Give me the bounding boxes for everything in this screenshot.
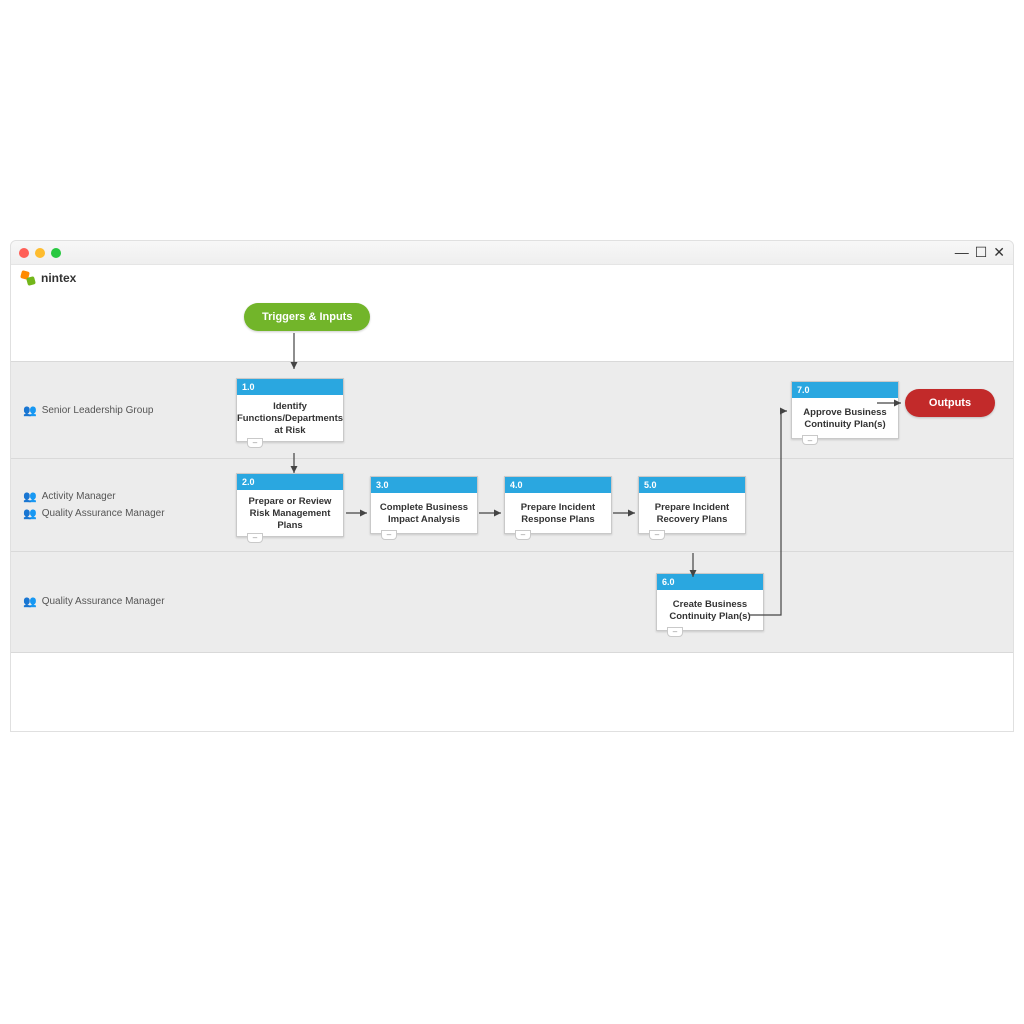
lane-label: 👥 Quality Assurance Manager [11,552,226,652]
step-3[interactable]: 3.0 Complete Business Impact Analysis – [370,476,478,534]
step-1[interactable]: 1.0 Identify Functions/Departments at Ri… [236,378,344,442]
lane-body: 6.0 Create Business Continuity Plan(s) – [226,552,1013,652]
step-tab[interactable]: – [515,530,531,540]
minimize-dot[interactable] [35,248,45,258]
role-text: Activity Manager [42,491,116,502]
lane-label: 👥 Activity Manager 👥 Quality Assurance M… [11,459,226,551]
people-icon: 👥 [23,490,37,503]
lane-body: 1.0 Identify Functions/Departments at Ri… [226,362,1013,458]
step-title: Identify Functions/Departments at Risk [237,395,343,441]
lane-senior-leadership: 👥 Senior Leadership Group 1.0 Identify F… [11,361,1013,458]
swimlanes: 👥 Senior Leadership Group 1.0 Identify F… [11,361,1013,653]
titlebar: — ☐ ✕ [11,241,1013,265]
lane-role: 👥 Senior Leadership Group [23,404,214,417]
step-title: Complete Business Impact Analysis [371,493,477,533]
step-tab[interactable]: – [667,627,683,637]
lane-role: 👥 Activity Manager [23,490,214,503]
step-title: Create Business Continuity Plan(s) [657,590,763,630]
role-text: Quality Assurance Manager [42,508,165,519]
step-4[interactable]: 4.0 Prepare Incident Response Plans – [504,476,612,534]
step-title: Prepare Incident Recovery Plans [639,493,745,533]
triggers-pill[interactable]: Triggers & Inputs [244,303,370,331]
brand-bar: nintex [11,265,1013,291]
app-window: — ☐ ✕ nintex Triggers & Inputs Outputs 👥… [10,240,1014,732]
lane-qa-manager: 👥 Quality Assurance Manager 6.0 Create B… [11,551,1013,653]
people-icon: 👥 [23,404,37,417]
step-tab[interactable]: – [247,438,263,448]
brand-icon [21,271,35,285]
step-title: Approve Business Continuity Plan(s) [792,398,898,438]
step-tab[interactable]: – [802,435,818,445]
lane-activity-manager: 👥 Activity Manager 👥 Quality Assurance M… [11,458,1013,551]
close-dot[interactable] [19,248,29,258]
traffic-lights [19,248,61,258]
lane-role: 👥 Quality Assurance Manager [23,595,214,608]
triggers-label: Triggers & Inputs [262,311,352,323]
close-icon[interactable]: ✕ [993,244,1005,261]
step-number: 6.0 [657,574,763,590]
lane-body: 2.0 Prepare or Review Risk Management Pl… [226,459,1013,551]
step-6[interactable]: 6.0 Create Business Continuity Plan(s) – [656,573,764,631]
brand-name: nintex [41,271,76,285]
process-canvas: Triggers & Inputs Outputs 👥 Senior Leade… [11,291,1013,731]
minimize-icon[interactable]: — [955,244,969,261]
step-number: 7.0 [792,382,898,398]
step-title: Prepare or Review Risk Management Plans [237,490,343,536]
step-number: 5.0 [639,477,745,493]
step-number: 2.0 [237,474,343,490]
step-title: Prepare Incident Response Plans [505,493,611,533]
step-tab[interactable]: – [649,530,665,540]
zoom-dot[interactable] [51,248,61,258]
step-tab[interactable]: – [247,533,263,543]
people-icon: 👥 [23,507,37,520]
step-7[interactable]: 7.0 Approve Business Continuity Plan(s) … [791,381,899,439]
role-text: Quality Assurance Manager [42,596,165,607]
step-tab[interactable]: – [381,530,397,540]
role-text: Senior Leadership Group [42,405,154,416]
step-5[interactable]: 5.0 Prepare Incident Recovery Plans – [638,476,746,534]
step-number: 3.0 [371,477,477,493]
step-number: 1.0 [237,379,343,395]
people-icon: 👥 [23,595,37,608]
step-2[interactable]: 2.0 Prepare or Review Risk Management Pl… [236,473,344,537]
lane-label: 👥 Senior Leadership Group [11,362,226,458]
window-controls: — ☐ ✕ [955,244,1005,261]
lane-role: 👥 Quality Assurance Manager [23,507,214,520]
maximize-icon[interactable]: ☐ [975,244,988,261]
step-number: 4.0 [505,477,611,493]
